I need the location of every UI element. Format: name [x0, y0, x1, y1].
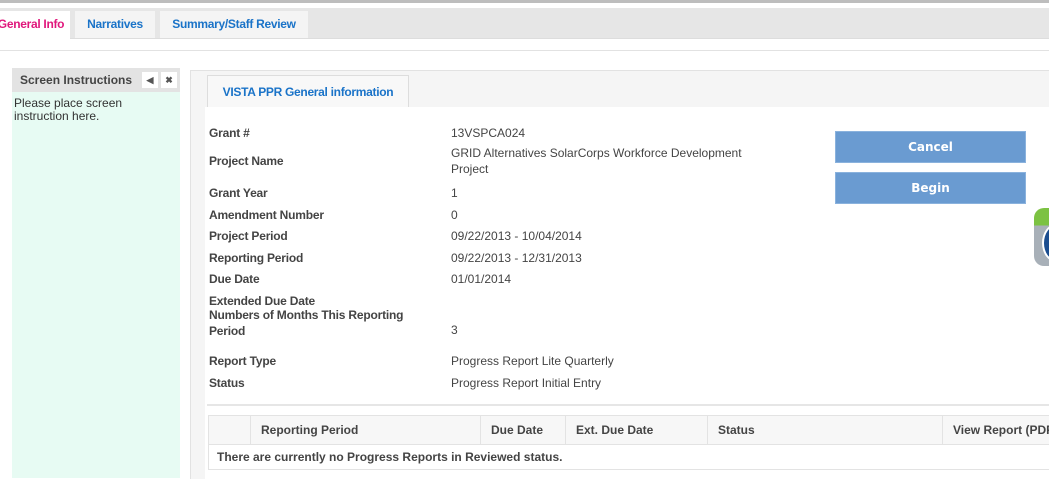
panel-header: Screen Instructions ◀ ✖	[12, 68, 180, 92]
field-value: 3	[451, 323, 458, 337]
column-header: View Report (PDF)	[953, 423, 1049, 437]
logo	[1034, 208, 1049, 266]
column-header: Due Date	[481, 416, 566, 444]
column-header	[209, 416, 251, 444]
field-value: 01/01/2014	[451, 272, 512, 286]
table-header: Reporting Period Due Date Ext. Due Date Sta…	[209, 416, 1049, 445]
field-value: Progress Report Initial Entry	[451, 376, 602, 390]
separator	[207, 404, 1049, 406]
field-value: Progress Report Lite Quarterly	[451, 354, 614, 368]
progress-reports-table: Reporting Period Due Date Ext. Due Date Sta…	[208, 415, 1049, 470]
top-bar	[0, 0, 1049, 3]
field-value: 09/22/2013 - 12/31/2013	[451, 251, 582, 265]
column-header: Ext. Due Date	[566, 416, 708, 444]
general-info-content: Grant # 13VSPCA024 Project Name GRID Altern…	[205, 107, 1049, 479]
field-value: 13VSPCA024	[451, 126, 526, 140]
field-label: Numbers of Months This Reporting Period	[209, 308, 404, 338]
tab-vista-ppr-general-information[interactable]: VISTA PPR General information	[207, 75, 409, 107]
column-header: Reporting Period	[251, 416, 481, 444]
field-label: Reporting Period	[209, 251, 304, 265]
field-value: 09/22/2013 - 10/04/2014	[451, 229, 582, 243]
tab-bar: General Info Narratives Summary/Staff Re…	[0, 8, 1049, 39]
tab-general-info[interactable]: General Info	[0, 11, 70, 39]
field-value: 1	[451, 186, 458, 200]
tab-narratives[interactable]: Narratives	[75, 11, 155, 38]
field-label: Status	[209, 376, 245, 390]
instructions-text: Please place screen instruction here.	[14, 96, 123, 123]
column-header: Status	[708, 416, 943, 444]
screen-instructions-panel: Screen Instructions ◀ ✖ Please place scr…	[12, 68, 180, 478]
close-icon[interactable]: ✖	[161, 72, 177, 88]
triangle-left-icon[interactable]: ◀	[142, 72, 158, 88]
field-label: Amendment Number	[209, 208, 324, 222]
empty-message: There are currently no Progress Reports …	[217, 450, 563, 464]
main-panel: VISTA PPR General information Grant #13V…	[190, 70, 1049, 479]
field-label: Grant #	[209, 126, 250, 140]
field-label: Due Date	[209, 272, 260, 286]
field-value: 0	[451, 208, 458, 222]
field-label: Report Type	[209, 354, 276, 368]
field-label: Grant Year	[209, 186, 268, 200]
field-label: Project Name	[209, 154, 284, 168]
field-value: GRID Alternatives SolarCorps Workforce D…	[451, 146, 742, 176]
panel-title: Screen Instructions	[20, 73, 133, 87]
begin-button[interactable]: Begin	[835, 172, 1026, 204]
divider	[0, 50, 1049, 51]
field-label: Project Period	[209, 229, 288, 243]
tab-summary-staff-review[interactable]: Summary/Staff Review	[160, 11, 308, 38]
cancel-button[interactable]: Cancel	[835, 131, 1026, 163]
